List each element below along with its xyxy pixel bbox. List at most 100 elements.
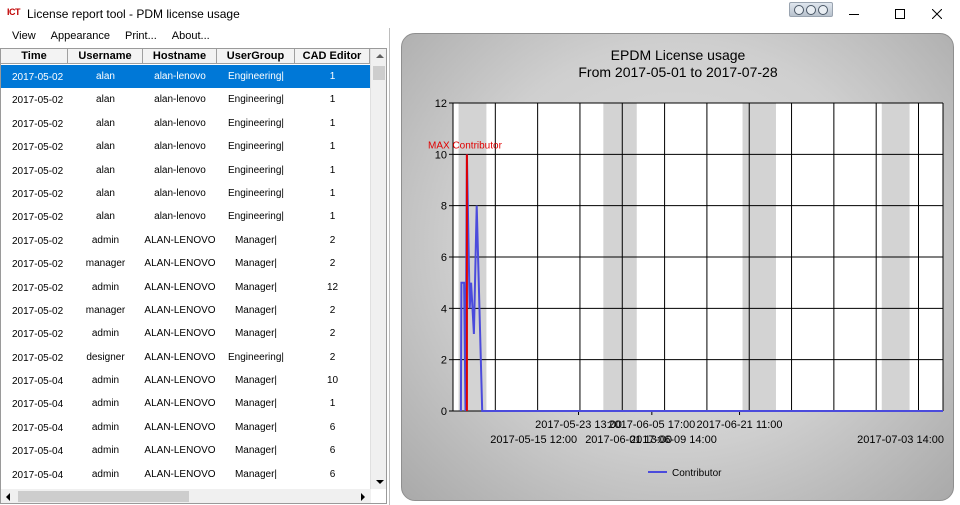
table-row[interactable]: 2017-05-0217:00 admin ALAN-LENOVO Manager| 2	[1, 229, 371, 252]
cell-cad-editor: 6	[329, 468, 336, 480]
menu-appearance[interactable]: Appearance	[43, 28, 117, 46]
cell-hostname: ALAN-LENOVO	[144, 468, 216, 480]
table-row[interactable]: 2017-05-0218:00 admin ALAN-LENOVO Manager| 1…	[1, 276, 371, 299]
cell-date: 2017-05-04	[12, 422, 64, 434]
cell-username: alan	[96, 141, 115, 153]
cell-cad-editor: 2	[329, 328, 336, 340]
scroll-left-arrow-icon[interactable]	[1, 489, 15, 503]
cell-hostname: ALAN-LENOVO	[144, 375, 216, 387]
cell-username: alan	[96, 117, 115, 129]
x-tick-label: 2017-07-03 14:00	[857, 434, 944, 446]
cell-hostname: alan-lenovo	[154, 117, 206, 129]
column-header-cad-editor[interactable]: CAD Editor	[295, 49, 370, 64]
table-row[interactable]: 2017-05-0219:00 designer ALAN-LENOVO Engine…	[1, 346, 371, 369]
cell-usergroup: Manager|	[234, 375, 278, 387]
cell-time: 2017-05-0218:00	[1, 299, 68, 322]
table-row[interactable]: 2017-05-0413:00 admin ALAN-LENOVO Manager| 6	[1, 439, 371, 462]
cell-hostname: ALAN-LENOVO	[144, 258, 216, 270]
scroll-right-arrow-icon[interactable]	[356, 489, 370, 503]
x-tick-label: 2017-05-15 12:00	[490, 434, 577, 446]
table-row[interactable]: 2017-05-0211:00 alan alan-lenovo Engineerin…	[1, 88, 371, 111]
cell-username: admin	[91, 445, 120, 457]
cell-usergroup: Manager|	[234, 445, 278, 457]
cell-usergroup: Manager|	[234, 281, 278, 293]
cell-hostname: ALAN-LENOVO	[144, 304, 216, 316]
cell-cad-editor: 1	[329, 141, 336, 153]
cell-cad-editor: 1	[329, 94, 336, 106]
horizontal-scroll-thumb[interactable]	[18, 491, 189, 502]
cell-date: 2017-05-04	[12, 446, 64, 458]
cell-hostname: ALAN-LENOVO	[144, 421, 216, 433]
cell-hostname: ALAN-LENOVO	[144, 328, 216, 340]
table-row[interactable]: 2017-05-0414:00 admin ALAN-LENOVO Manager| 6	[1, 463, 371, 486]
cell-usergroup: Manager|	[234, 258, 278, 270]
column-header-username[interactable]: Username	[68, 49, 143, 64]
cell-username: admin	[91, 421, 120, 433]
cell-date: 2017-05-02	[12, 188, 64, 200]
column-header-usergroup[interactable]: UserGroup	[217, 49, 295, 64]
cell-date: 2017-05-02	[12, 259, 64, 271]
cell-time: 2017-05-0217:00	[1, 252, 68, 275]
cell-time: 2017-05-0213:00	[1, 135, 68, 158]
cell-username: alan	[96, 94, 115, 106]
cell-hostname: ALAN-LENOVO	[144, 351, 216, 363]
cell-username: designer	[86, 351, 125, 363]
menu-print[interactable]: Print...	[117, 28, 164, 46]
cell-username: admin	[91, 234, 120, 246]
license-data-grid: Time Username Hostname UserGroup CAD Edi…	[0, 48, 387, 504]
close-button[interactable]	[914, 0, 960, 28]
table-row[interactable]: 2017-05-0215:00 alan alan-lenovo Engineerin…	[1, 182, 371, 205]
grid-body: 2017-05-0210:00 alan alan-lenovo Engineerin…	[1, 65, 371, 489]
vertical-scrollbar[interactable]	[370, 49, 386, 489]
table-row[interactable]: 2017-05-0412:00 admin ALAN-LENOVO Manager| 6	[1, 416, 371, 439]
cell-username: alan	[96, 211, 115, 223]
cell-cad-editor: 2	[329, 351, 336, 363]
cell-time: 2017-05-0219:00	[1, 322, 68, 345]
table-row[interactable]: 2017-05-0216:00 alan alan-lenovo Engineerin…	[1, 205, 371, 228]
cell-date: 2017-05-02	[12, 72, 64, 83]
column-header-hostname[interactable]: Hostname	[143, 49, 217, 64]
cell-username: manager	[85, 258, 126, 270]
cell-cad-editor: 2	[329, 234, 336, 246]
table-row[interactable]: 2017-05-0410:00 admin ALAN-LENOVO Manager| 1…	[1, 369, 371, 392]
table-row[interactable]: 2017-05-0214:00 alan alan-lenovo Engineerin…	[1, 159, 371, 182]
cell-cad-editor: 1	[329, 71, 336, 82]
table-row[interactable]: 2017-05-0217:00 manager ALAN-LENOVO Manager…	[1, 252, 371, 275]
horizontal-scrollbar[interactable]	[1, 489, 371, 503]
cell-hostname: ALAN-LENOVO	[144, 281, 216, 293]
cell-date: 2017-05-02	[12, 352, 64, 364]
cell-time: 2017-05-0212:00	[1, 112, 68, 135]
table-row[interactable]: 2017-05-0213:00 alan alan-lenovo Engineerin…	[1, 135, 371, 158]
tray-widget-icon[interactable]	[789, 2, 833, 17]
vertical-scroll-thumb[interactable]	[373, 66, 385, 80]
menu-about[interactable]: About...	[164, 28, 217, 46]
cell-hostname: alan-lenovo	[154, 164, 206, 176]
column-header-time[interactable]: Time	[1, 49, 68, 64]
menu-view[interactable]: View	[0, 28, 43, 46]
table-row[interactable]: 2017-05-0210:00 alan alan-lenovo Engineerin…	[1, 65, 371, 89]
cell-date: 2017-05-02	[12, 235, 64, 247]
cell-time: 2017-05-0414:00	[1, 463, 68, 486]
cell-username: alan	[96, 71, 115, 82]
cell-date: 2017-05-02	[12, 118, 64, 130]
cell-time: 2017-05-0219:00	[1, 346, 68, 369]
cell-hostname: ALAN-LENOVO	[144, 398, 216, 410]
cell-usergroup: Engineering|	[228, 211, 284, 223]
table-row[interactable]: 2017-05-0411:00 admin ALAN-LENOVO Manager| 1	[1, 392, 371, 415]
cell-usergroup: Engineering|	[228, 187, 284, 199]
legend-label: Contributor	[672, 468, 722, 479]
cell-date: 2017-05-02	[12, 212, 64, 224]
cell-usergroup: Engineering|	[228, 164, 284, 176]
scroll-down-arrow-icon[interactable]	[371, 475, 386, 489]
table-row[interactable]: 2017-05-0219:00 admin ALAN-LENOVO Manager| 2	[1, 322, 371, 345]
cell-time: 2017-05-0217:00	[1, 229, 68, 252]
y-tick-label: 12	[435, 98, 447, 110]
table-row[interactable]: 2017-05-0218:00 manager ALAN-LENOVO Manager…	[1, 299, 371, 322]
table-row[interactable]: 2017-05-0212:00 alan alan-lenovo Engineerin…	[1, 112, 371, 135]
cell-username: admin	[91, 468, 120, 480]
cell-time: 2017-05-0218:00	[1, 276, 68, 299]
cell-time: 2017-05-0211:00	[1, 88, 68, 111]
scroll-up-arrow-icon[interactable]	[371, 49, 386, 63]
minimize-button[interactable]	[831, 0, 877, 28]
cell-cad-editor: 1	[329, 117, 336, 129]
